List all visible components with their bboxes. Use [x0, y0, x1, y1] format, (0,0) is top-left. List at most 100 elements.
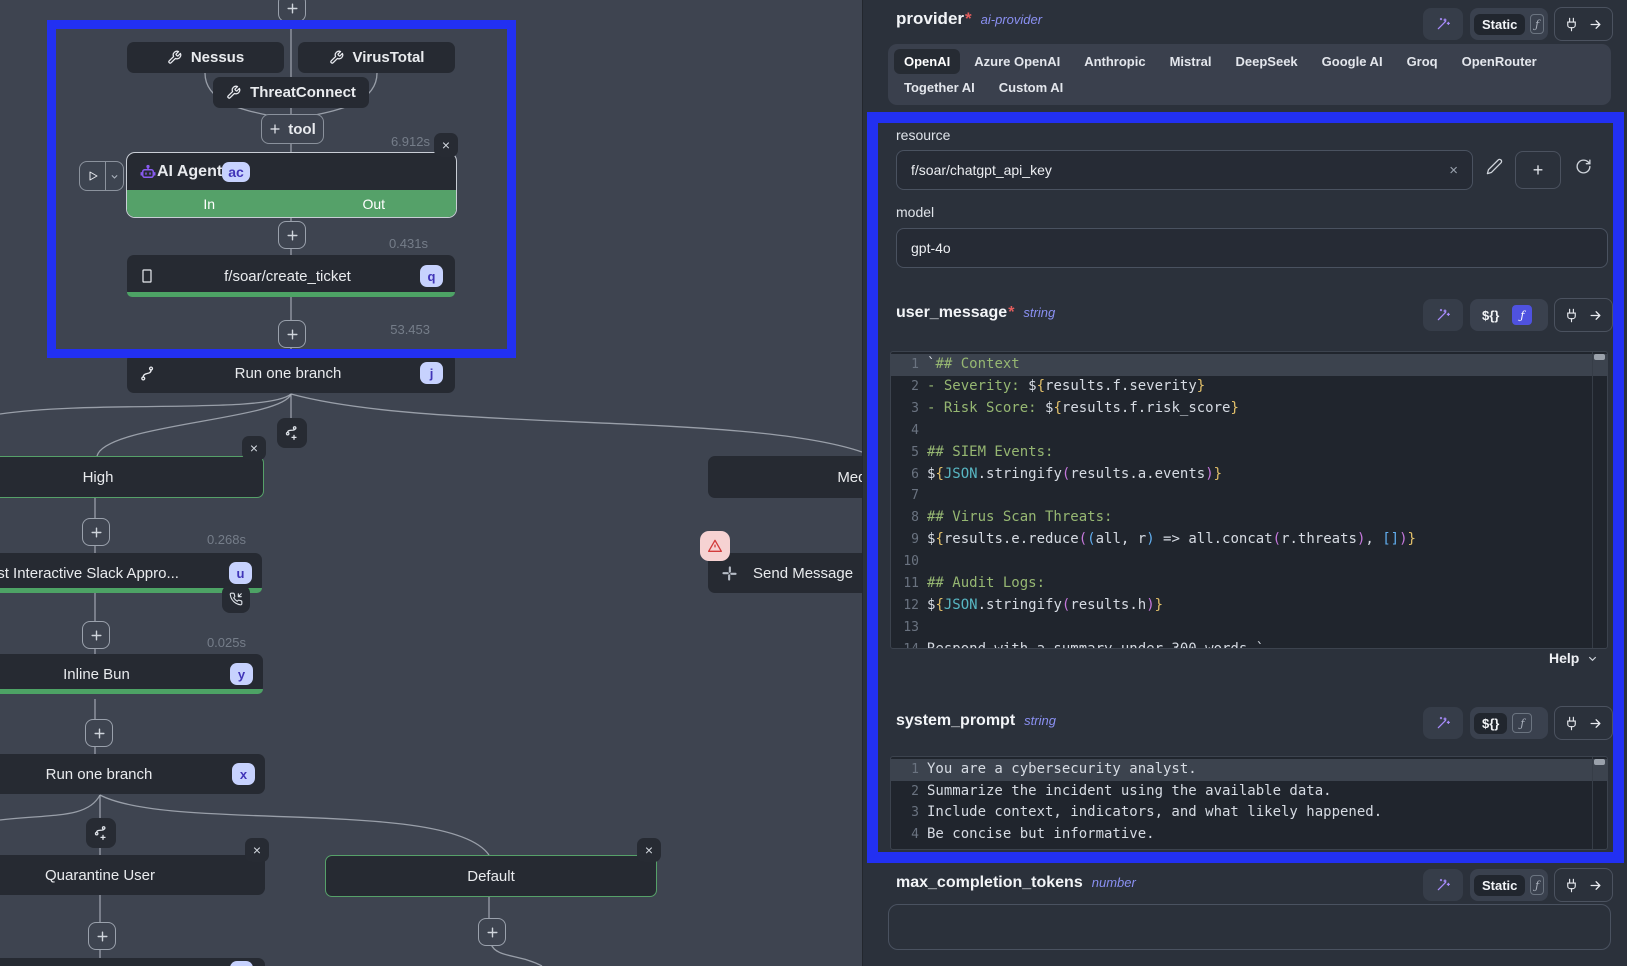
node-threatconnect[interactable]: ThreatConnect [213, 77, 369, 108]
node-run-one-branch-2[interactable]: Run one branch x [0, 754, 265, 794]
workflow-canvas[interactable]: Nessus VirusTotal ThreatConnect tool 6.9… [0, 0, 862, 966]
node-create-ticket[interactable]: f/soar/create_ticket q [127, 255, 455, 297]
code-line-1[interactable]: 1`## Context [891, 354, 1607, 376]
provider-tab-anthropic[interactable]: Anthropic [1074, 49, 1155, 74]
io-in-handle[interactable]: In [127, 190, 292, 217]
node-branch-quarantine[interactable]: Quarantine User [0, 855, 265, 895]
max-tokens-input[interactable] [888, 904, 1611, 950]
code-line-8[interactable]: 8## Virus Scan Threats: [891, 507, 1607, 529]
provider-tab-together-ai[interactable]: Together AI [894, 75, 985, 100]
node-branch-high[interactable]: High [0, 456, 264, 498]
phone-incoming-icon[interactable] [222, 585, 250, 613]
expression-fx-icon[interactable]: ƒ [1530, 14, 1544, 34]
node-inline-bun[interactable]: Inline Bun y [0, 654, 263, 694]
provider-tab-custom-ai[interactable]: Custom AI [989, 75, 1074, 100]
input-mode-toggle[interactable]: ${} ƒ [1470, 707, 1548, 739]
chevron-down-icon[interactable] [106, 172, 123, 181]
add-node-connector[interactable] [88, 922, 116, 950]
code-line-11[interactable]: 11## Audit Logs: [891, 573, 1607, 595]
add-branch-button[interactable] [277, 418, 307, 448]
code-line-13[interactable]: 13 [891, 617, 1607, 639]
refresh-icon[interactable] [1575, 158, 1592, 175]
help-dropdown[interactable]: Help [1549, 650, 1598, 666]
user-message-code-editor[interactable]: 1`## Context2- Severity: ${results.f.sev… [890, 351, 1608, 649]
code-line-7[interactable]: 7 [891, 485, 1607, 507]
mode-expression-chip[interactable]: ${} [1474, 713, 1507, 734]
add-node-connector-top[interactable] [278, 0, 306, 22]
plug-icon[interactable] [1564, 878, 1579, 893]
node-branch-default[interactable]: Default [325, 855, 657, 897]
code-line-1[interactable]: 1You are a cybersecurity analyst. [891, 759, 1607, 781]
code-line-10[interactable]: 10 [891, 551, 1607, 573]
io-out-handle[interactable]: Out [292, 190, 457, 217]
provider-tab-google-ai[interactable]: Google AI [1312, 49, 1393, 74]
play-icon[interactable] [80, 170, 105, 182]
provider-tab-azure-openai[interactable]: Azure OpenAI [964, 49, 1070, 74]
tool-handle-badge[interactable]: tool [261, 114, 324, 144]
mode-static-chip[interactable]: Static [1474, 875, 1525, 896]
mode-expression-chip[interactable]: ${} [1474, 305, 1507, 326]
input-mode-toggle[interactable]: ${} ƒ [1470, 299, 1548, 331]
arrow-right-icon[interactable] [1588, 17, 1603, 32]
ai-autofill-button[interactable] [1423, 299, 1463, 331]
ai-autofill-button[interactable] [1423, 707, 1463, 739]
arrow-right-icon[interactable] [1588, 308, 1603, 323]
connect-run-button-group[interactable] [1554, 7, 1613, 41]
code-line-2[interactable]: 2Summarize the incident using the availa… [891, 781, 1607, 803]
connect-run-button-group[interactable] [1554, 298, 1613, 332]
provider-tab-mistral[interactable]: Mistral [1160, 49, 1222, 74]
code-line-6[interactable]: 6${JSON.stringify(results.a.events)} [891, 464, 1607, 486]
provider-tab-groq[interactable]: Groq [1397, 49, 1448, 74]
remove-node-button[interactable]: × [434, 133, 458, 157]
resource-input[interactable]: f/soar/chatgpt_api_key × [896, 150, 1473, 190]
clear-icon[interactable]: × [1449, 162, 1458, 179]
code-line-4[interactable]: 4Be concise but informative. [891, 824, 1607, 846]
code-line-3[interactable]: 3Include context, indicators, and what l… [891, 802, 1607, 824]
node-nessus[interactable]: Nessus [127, 42, 284, 73]
add-node-connector[interactable] [82, 518, 110, 546]
model-input[interactable]: gpt-4o [896, 228, 1608, 268]
plug-icon[interactable] [1564, 716, 1579, 731]
arrow-right-icon[interactable] [1588, 716, 1603, 731]
connect-run-button-group[interactable] [1554, 706, 1613, 740]
input-mode-toggle[interactable]: Static ƒ [1470, 8, 1548, 40]
provider-tab-deepseek[interactable]: DeepSeek [1226, 49, 1308, 74]
code-line-5[interactable]: 5## SIEM Events: [891, 442, 1607, 464]
expression-fx-icon[interactable]: ƒ [1512, 713, 1532, 733]
ai-autofill-button[interactable] [1423, 8, 1463, 40]
plug-icon[interactable] [1564, 17, 1579, 32]
node-virustotal[interactable]: VirusTotal [298, 42, 455, 73]
node-send-message[interactable]: Send Message [708, 553, 862, 593]
code-line-12[interactable]: 12${JSON.stringify(results.h)} [891, 595, 1607, 617]
run-node-button-group[interactable] [79, 161, 124, 191]
code-line-4[interactable]: 4 [891, 420, 1607, 442]
add-node-connector[interactable] [278, 221, 306, 249]
provider-tab-openrouter[interactable]: OpenRouter [1452, 49, 1547, 74]
input-mode-toggle[interactable]: Static ƒ [1470, 869, 1548, 901]
provider-tab-openai[interactable]: OpenAI [894, 49, 960, 74]
add-node-connector[interactable] [478, 918, 506, 946]
remove-branch-button[interactable]: × [245, 838, 269, 862]
arrow-right-icon[interactable] [1588, 878, 1603, 893]
expression-fx-icon[interactable]: ƒ [1512, 305, 1532, 325]
node-ai-agent[interactable]: AI Agent ac In Out [126, 152, 457, 218]
plug-icon[interactable] [1564, 308, 1579, 323]
add-node-connector[interactable] [278, 320, 306, 348]
add-branch-button[interactable] [86, 818, 116, 848]
code-line-3[interactable]: 3- Risk Score: ${results.f.risk_score} [891, 398, 1607, 420]
connect-run-button-group[interactable] [1554, 868, 1613, 902]
add-node-connector[interactable] [85, 719, 113, 747]
remove-branch-button[interactable]: × [242, 436, 266, 460]
add-resource-button[interactable]: + [1515, 151, 1561, 189]
node-slack-approval[interactable]: Request Interactive Slack Appro... u [0, 553, 262, 593]
node-bottom-clipped[interactable] [0, 958, 265, 966]
ai-agent-io-bar[interactable]: In Out [127, 190, 456, 217]
mode-static-chip[interactable]: Static [1474, 14, 1525, 35]
remove-branch-button[interactable]: × [637, 838, 661, 862]
edit-pencil-icon[interactable] [1486, 158, 1503, 175]
scrollbar-thumb[interactable] [1594, 354, 1605, 360]
expression-fx-icon[interactable]: ƒ [1530, 875, 1544, 895]
code-line-9[interactable]: 9${results.e.reduce((all, r) => all.conc… [891, 529, 1607, 551]
ai-autofill-button[interactable] [1423, 869, 1463, 901]
scrollbar-thumb[interactable] [1594, 759, 1605, 765]
